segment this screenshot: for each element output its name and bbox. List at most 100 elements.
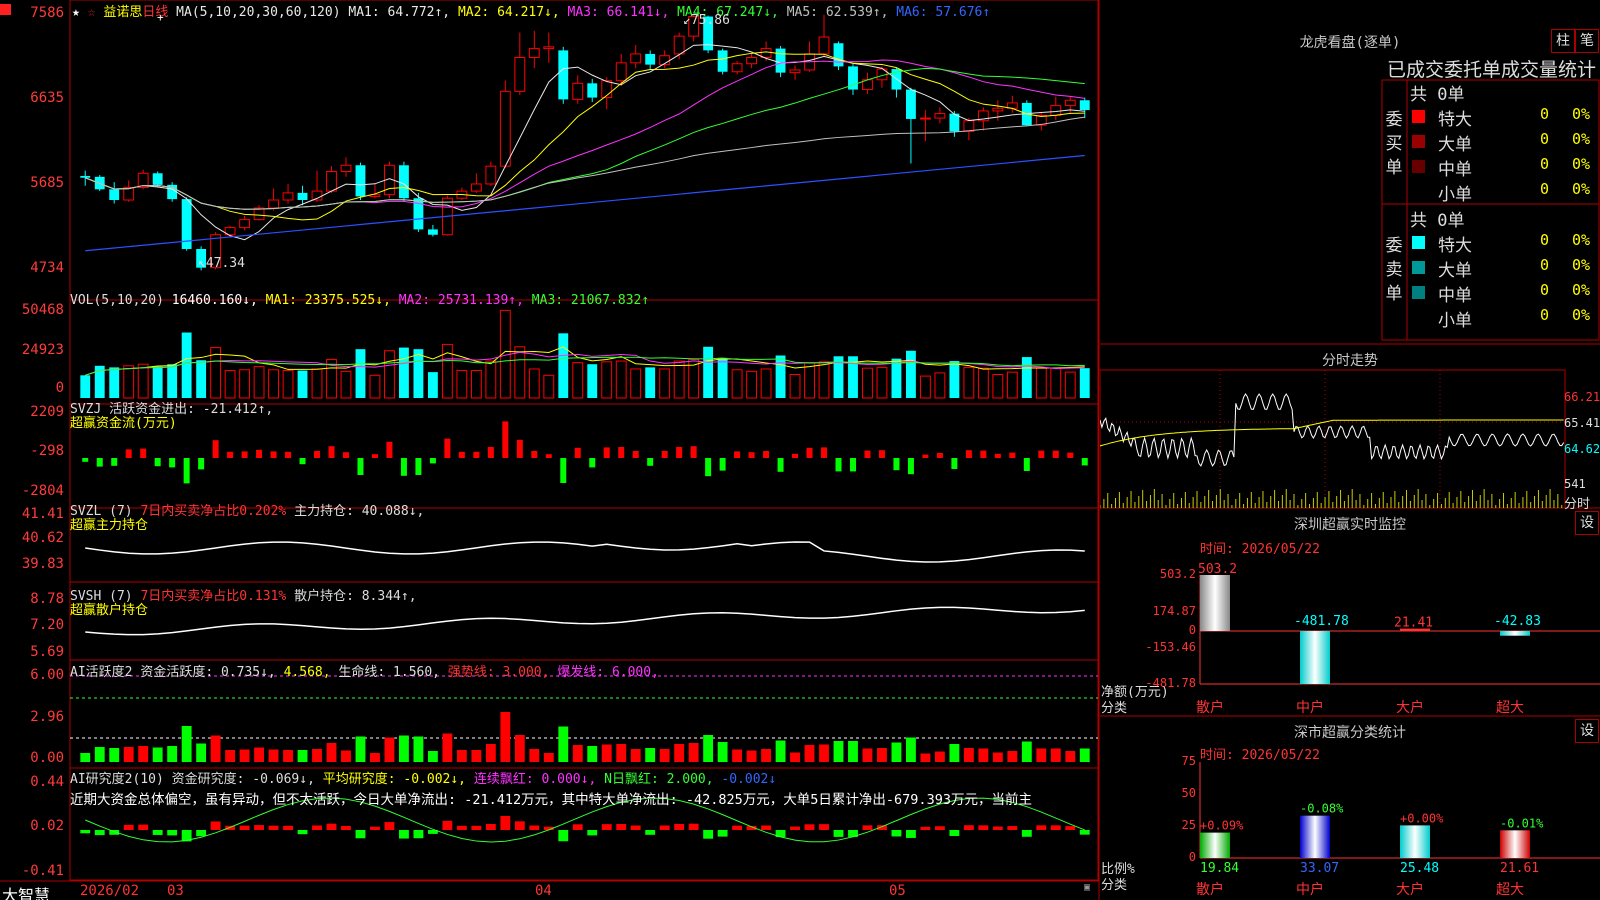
fund-flow-bar xyxy=(777,458,784,472)
activity-bar xyxy=(688,743,699,762)
activity-bar xyxy=(254,747,264,762)
candle-body xyxy=(340,164,352,172)
activity-bar xyxy=(80,753,91,762)
research-bar xyxy=(456,825,467,830)
activity-bar xyxy=(109,748,120,762)
volume-bar xyxy=(384,350,395,399)
volume-bar xyxy=(224,370,236,399)
intraday-axis-label: 65.41 xyxy=(1564,416,1600,430)
volume-bar xyxy=(919,375,931,399)
candle-body xyxy=(326,170,337,192)
fund-flow-bar xyxy=(1023,458,1030,471)
research-bar xyxy=(167,830,178,836)
volume-bar xyxy=(543,374,555,399)
fund-flow-bar xyxy=(270,451,277,458)
cls-settings-button[interactable]: 设 xyxy=(1575,719,1599,743)
activity-bar xyxy=(934,751,945,762)
volume-bar xyxy=(645,367,656,398)
buy-row-pct: 0% xyxy=(1572,105,1591,123)
research-bar xyxy=(703,830,714,839)
candle-body xyxy=(775,48,786,73)
candle-body xyxy=(833,43,844,67)
high-annotation: ↙75.86 xyxy=(683,13,730,28)
research-bar xyxy=(717,830,728,837)
sz-bar-label: -42.83 xyxy=(1494,614,1541,629)
research-bar xyxy=(992,826,1003,830)
fund-flow-bar xyxy=(473,451,480,458)
lock-icon[interactable]: ▣ xyxy=(1084,882,1090,893)
candle-body xyxy=(1064,99,1076,107)
price-axis-label: 4734 xyxy=(30,260,64,276)
sz-bar-中户 xyxy=(1300,631,1330,684)
sell-row-name: 特大 xyxy=(1438,236,1472,256)
volume-bar xyxy=(80,375,91,398)
volume-header: VOL(5,10,20) 16460.160↓, MA1: 23375.525↓… xyxy=(70,293,650,308)
activity-bar xyxy=(297,750,308,762)
fund-flow-bar xyxy=(835,458,842,472)
candle-body xyxy=(355,165,366,197)
sz-monitor-title: 深圳超赢实时监控 xyxy=(1294,517,1406,533)
fund-flow-bar xyxy=(241,451,248,458)
crosshair-icon: + xyxy=(157,11,164,24)
activity-bar xyxy=(167,746,178,762)
cls-category-label: 超大 xyxy=(1496,882,1524,898)
candle-body xyxy=(239,219,251,229)
fund-flow-bar xyxy=(661,451,668,458)
research-bar xyxy=(1079,830,1090,835)
main-chart-svg xyxy=(0,0,1100,900)
sell-orders-label: 委卖单 xyxy=(1385,236,1403,304)
candle-body xyxy=(528,48,540,59)
research-bar xyxy=(963,825,974,830)
volume-bar xyxy=(775,355,786,398)
svzj-axis-label: -298 xyxy=(30,443,64,459)
research-bar xyxy=(1050,825,1061,830)
pen-view-button[interactable]: 笔 xyxy=(1575,29,1599,53)
candle-body xyxy=(470,183,482,192)
fund-flow-bar xyxy=(531,451,538,458)
svzj-axis-label: -2804 xyxy=(21,483,64,499)
activity-bar xyxy=(717,742,728,762)
fund-flow-bar xyxy=(994,453,1001,458)
candle-body xyxy=(746,57,758,65)
svsh-axis-label: 8.78 xyxy=(30,591,64,607)
intraday-axis-label: 66.21 xyxy=(1564,390,1600,404)
activity-bar xyxy=(746,750,757,762)
buy-orders-label: 委买单 xyxy=(1385,110,1403,178)
column-view-button[interactable]: 柱 xyxy=(1551,29,1575,53)
fund-flow-bar xyxy=(618,447,625,458)
volume-bar xyxy=(239,369,251,399)
star-icon[interactable]: ☆ xyxy=(88,5,96,20)
buy-row-name: 特大 xyxy=(1438,110,1472,130)
research-bar xyxy=(1036,825,1047,830)
volume-bar xyxy=(963,366,975,399)
star-icon[interactable]: ★ xyxy=(72,5,80,20)
cls-change-label: +0.00% xyxy=(1400,811,1444,825)
sell-row-count: 0 xyxy=(1540,231,1550,249)
volume-bar xyxy=(1021,357,1032,398)
activity-bar xyxy=(775,740,786,762)
price-axis-label: 6635 xyxy=(30,90,64,106)
sz-settings-button[interactable]: 设 xyxy=(1575,511,1599,535)
cls-change-label: -0.01% xyxy=(1500,816,1544,830)
candle-body xyxy=(543,46,555,50)
activity-bar xyxy=(761,749,771,762)
sz-time: 时间: 2026/05/22 xyxy=(1200,542,1320,557)
fund-flow-bar xyxy=(647,458,654,466)
ma-header: ★ ☆ 益诺思日线 MA(5,10,20,30,60,120) MA1: 64.… xyxy=(72,1,990,20)
fund-flow-bar xyxy=(154,458,161,467)
fund-flow-bar xyxy=(314,451,321,458)
period-label[interactable]: 日线 xyxy=(142,5,168,20)
cls-time: 时间: 2026/05/22 xyxy=(1200,748,1320,763)
fund-flow-bar xyxy=(719,458,726,471)
research-bar xyxy=(572,824,583,830)
cls-title: 深市超赢分类统计 xyxy=(1294,725,1406,741)
buy-row-count: 0 xyxy=(1540,180,1550,198)
volume-bar xyxy=(355,349,366,398)
intraday-vol-label: 541 xyxy=(1564,477,1586,491)
activity-bar xyxy=(471,750,482,762)
fund-flow-bar xyxy=(878,450,885,458)
sz-category-label: 中户 xyxy=(1296,699,1324,716)
volume-bar xyxy=(369,374,381,399)
cls-value-label: 21.61 xyxy=(1500,861,1539,876)
fund-flow-bar xyxy=(1052,450,1059,458)
